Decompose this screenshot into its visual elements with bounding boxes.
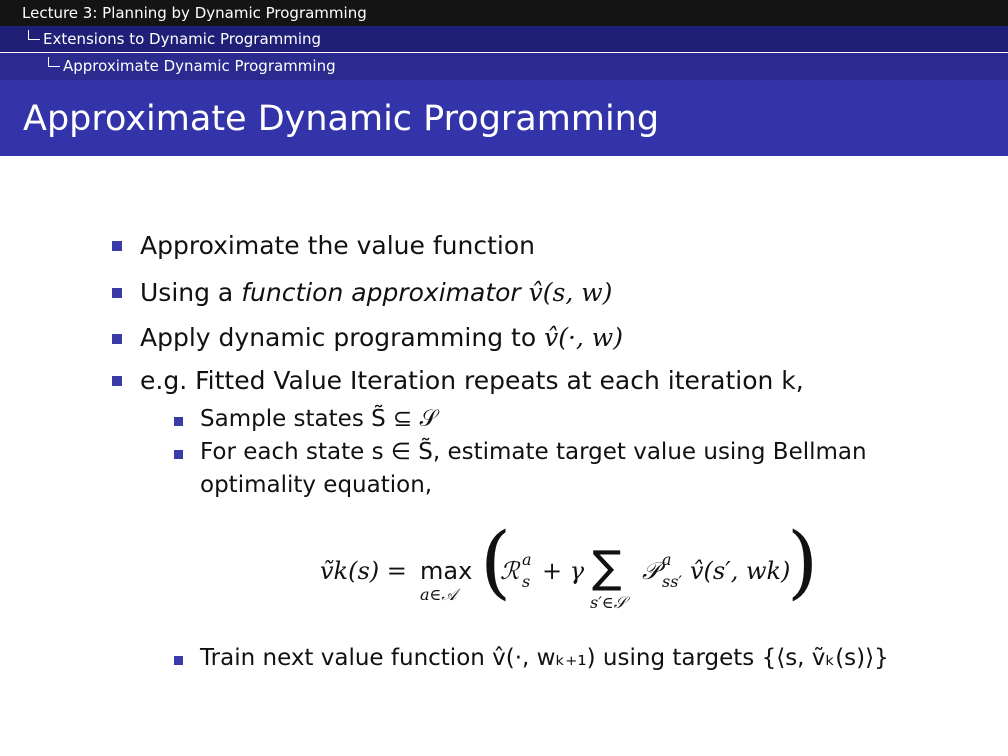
title-bar: Approximate Dynamic Programming	[0, 80, 1008, 156]
nav-lecture-label: Lecture 3: Planning by Dynamic Programmi…	[22, 4, 367, 22]
eq-lhs: ṽk(s) =	[320, 557, 407, 585]
sub-bullet-1: Sample states S̃ ⊆ 𝒮	[200, 406, 438, 432]
slide-title: Approximate Dynamic Programming	[23, 99, 660, 139]
eq-max: max	[420, 557, 473, 585]
bullet-4: e.g. Fitted Value Iteration repeats at e…	[140, 366, 804, 395]
sub-bullet-2-line-2: optimality equation,	[200, 472, 433, 498]
eq-R-sub: s	[522, 572, 531, 591]
eq-R: ℛ	[500, 557, 520, 585]
bullet-square-icon	[112, 376, 122, 386]
bullet-square-icon	[112, 241, 122, 251]
nav-section-label: Extensions to Dynamic Programming	[43, 30, 322, 48]
tree-hook-icon	[48, 57, 60, 67]
eq-plus-gamma: + γ	[542, 557, 585, 585]
bullet-2-italic: function approximator	[241, 278, 521, 307]
nav-subsection-label: Approximate Dynamic Programming	[63, 57, 336, 75]
sub-bullet-square-icon	[174, 417, 183, 426]
eq-R-sup: a	[522, 550, 532, 569]
bullet-2-prefix: Using a	[140, 278, 242, 307]
bullet-3: Apply dynamic programming to v̂(·, w)	[140, 325, 623, 350]
bullet-square-icon	[112, 288, 122, 298]
eq-term: v̂(s′, wk)	[690, 557, 791, 585]
bullet-2-math: v̂(s, w)	[528, 278, 613, 307]
eq-P-sub: ss′	[662, 572, 683, 591]
sub-bullet-3: Train next value function v̂(·, wₖ₊₁) us…	[200, 645, 889, 671]
eq-sum-icon: ∑	[592, 542, 622, 593]
sub-bullet-2-line-1: For each state s ∈ S̃, estimate target v…	[200, 439, 867, 465]
bullet-square-icon	[112, 334, 122, 344]
nav-lecture[interactable]: Lecture 3: Planning by Dynamic Programmi…	[0, 0, 1008, 26]
eq-P-sup: a	[662, 550, 672, 569]
eq-P: 𝒫	[642, 557, 660, 585]
bellman-equation: ṽk(s) = max a∈𝒜 ( ℛ a s + γ ∑ s′∈𝒮 𝒫 a s…	[320, 520, 820, 620]
tree-hook-icon	[28, 30, 40, 40]
bullet-3-prefix: Apply dynamic programming to	[140, 323, 545, 352]
sub-bullet-square-icon	[174, 450, 183, 459]
bullet-3-math: v̂(·, w)	[544, 323, 623, 352]
nav-section[interactable]: Extensions to Dynamic Programming	[0, 26, 1008, 52]
bullet-1: Approximate the value function	[140, 231, 535, 260]
sub-bullet-square-icon	[174, 656, 183, 665]
eq-sum-sub: s′∈𝒮	[590, 593, 627, 612]
bullet-2: Using a function approximator v̂(s, w)	[140, 280, 612, 305]
nav-subsection[interactable]: Approximate Dynamic Programming	[0, 53, 1008, 80]
eq-close-paren: )	[787, 515, 819, 608]
eq-max-sub: a∈𝒜	[420, 585, 457, 604]
